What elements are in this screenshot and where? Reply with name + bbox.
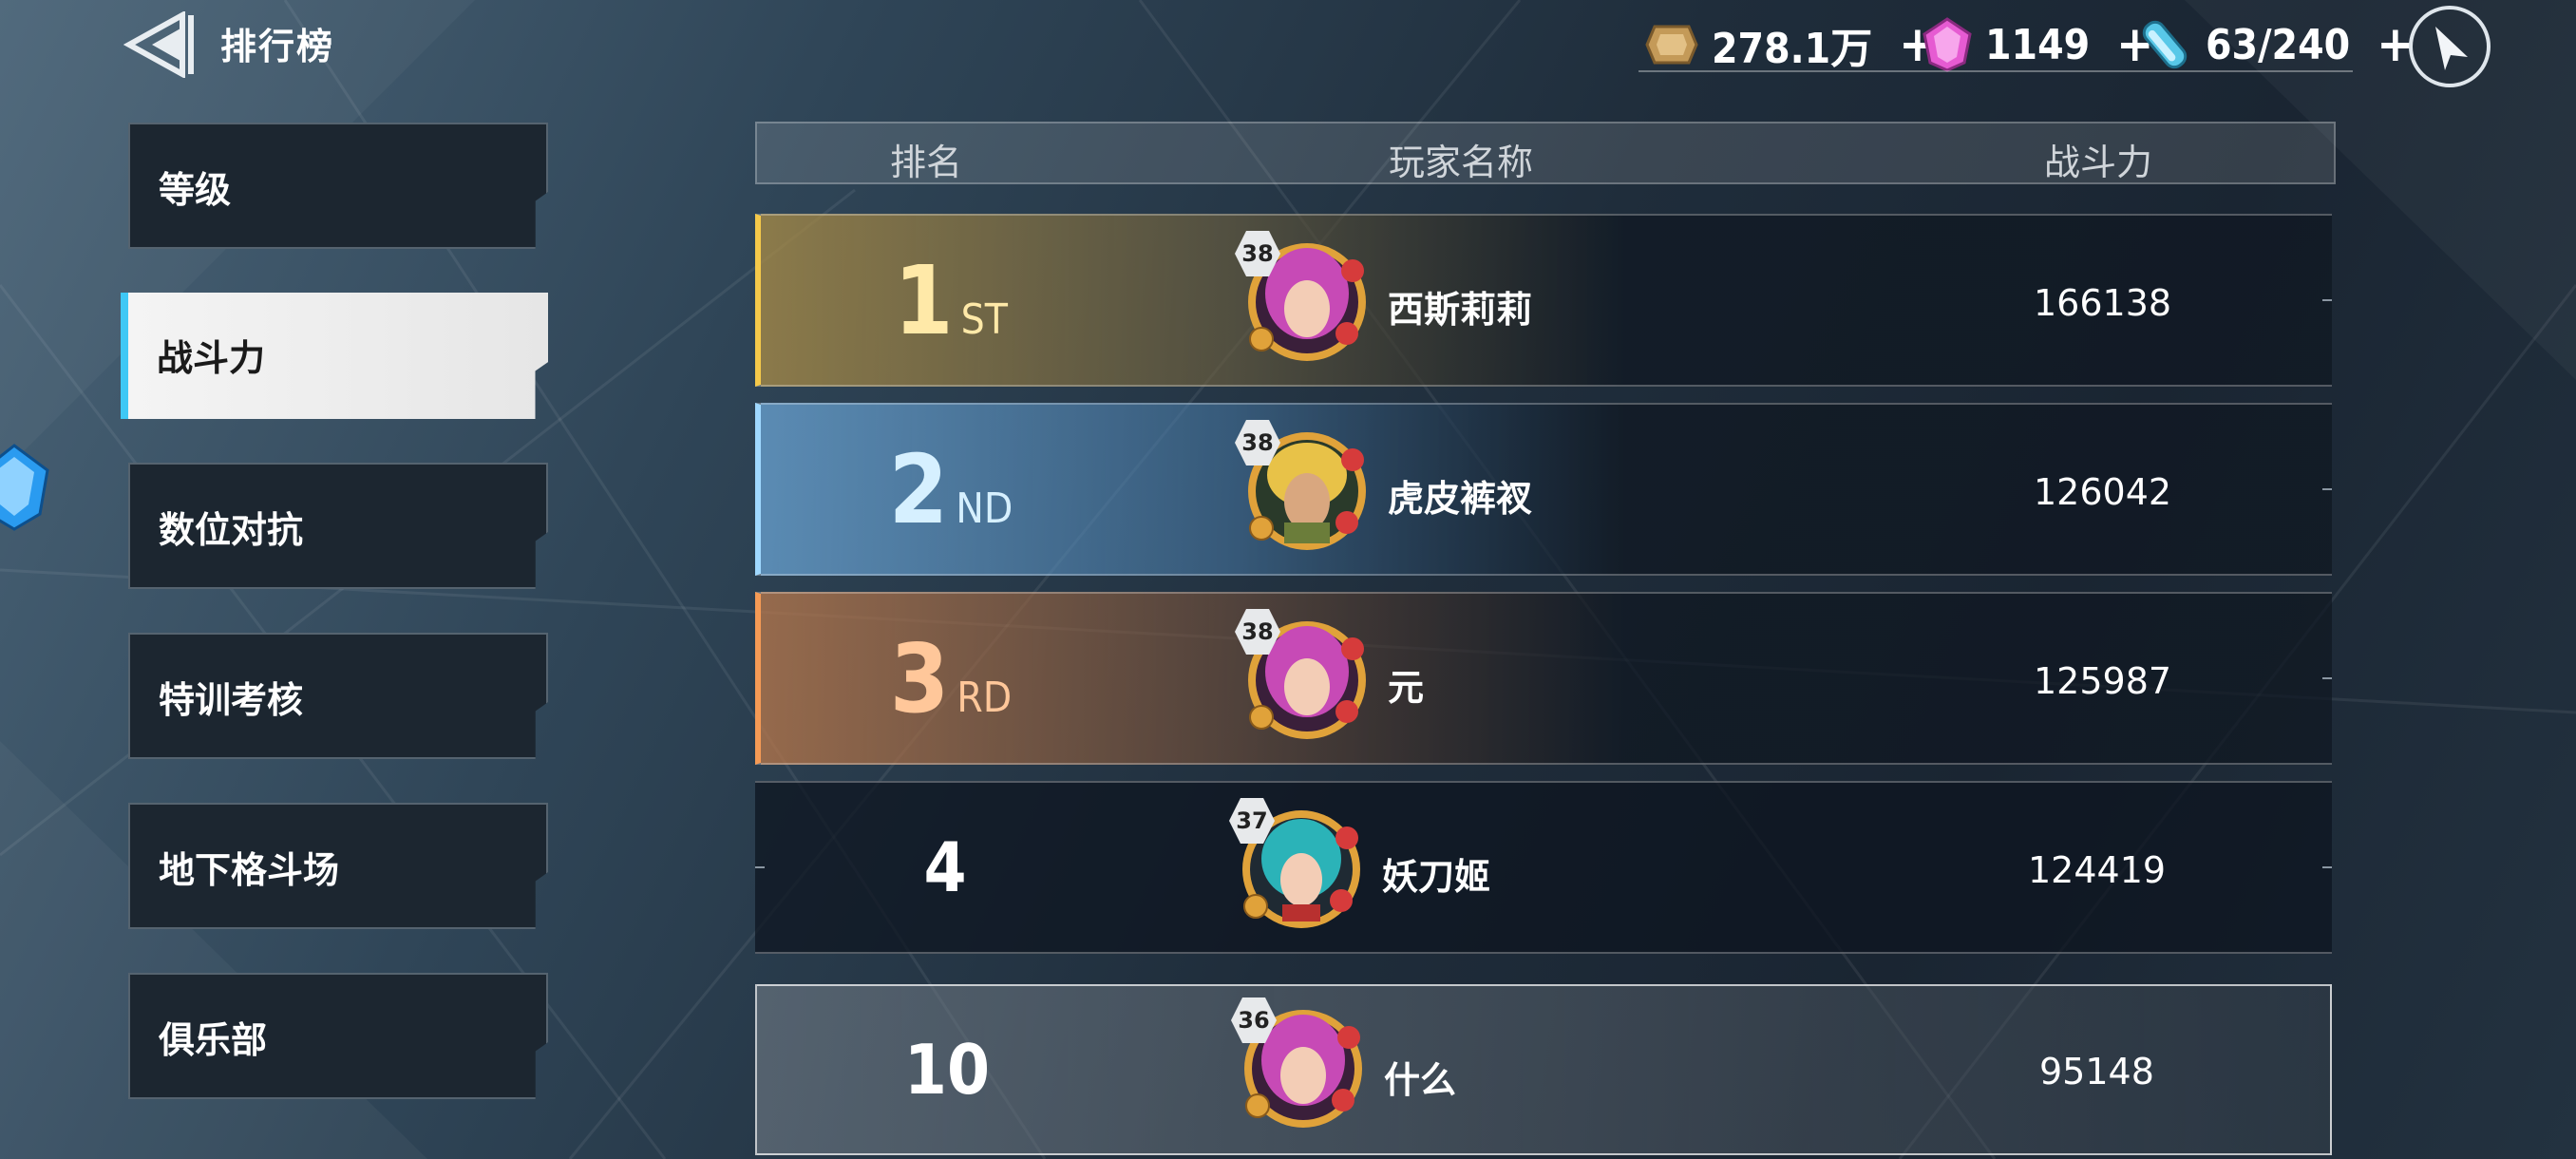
row-edge-tick [2322, 677, 2332, 679]
pink-gem-icon [1923, 17, 1972, 72]
row-edge-tick [2322, 299, 2332, 301]
ranking-row[interactable]: 2 ND 38 虎皮裤衩 126042 [755, 403, 2332, 576]
tab-special-training[interactable]: 特训考核 [128, 633, 548, 759]
rank-cell: 3 RD [761, 594, 1141, 763]
combat-power-value: 124419 [2028, 849, 2167, 891]
back-button[interactable] [123, 10, 199, 80]
tab-digital-battle-label: 数位对抗 [159, 509, 304, 551]
rank-number: 3 [889, 622, 950, 734]
energy-capsule-icon [2142, 20, 2188, 69]
tab-club-label: 俱乐部 [159, 1019, 268, 1061]
my-ranking-row[interactable]: 10 36 什么 95148 [755, 984, 2332, 1155]
row-edge-tick [755, 866, 765, 868]
ranking-row[interactable]: 3 RD 38 元 125987 [755, 592, 2332, 765]
my-avatar[interactable]: 36 [1231, 998, 1370, 1132]
gem-currency: 1149 + [1923, 11, 2153, 78]
rank-number: 1 [894, 244, 954, 356]
rank-cell: 4 [755, 783, 1135, 952]
my-player-name: 什么 [1384, 1059, 1457, 1101]
player-name: 妖刀姬 [1382, 856, 1491, 898]
ranking-table-header: 排名 玩家名称 战斗力 [755, 122, 2336, 184]
my-rank-number: 10 [903, 1030, 991, 1110]
row-edge-tick [2322, 866, 2332, 868]
tab-level-label: 等级 [159, 169, 232, 211]
rank-suffix: RD [957, 673, 1013, 722]
tab-underground-arena-label: 地下格斗场 [159, 849, 340, 891]
header-player-name: 玩家名称 [1389, 142, 1534, 183]
tab-level[interactable]: 等级 [128, 123, 548, 249]
player-avatar[interactable]: 37 [1229, 798, 1368, 933]
tab-underground-arena[interactable]: 地下格斗场 [128, 803, 548, 929]
gem-amount: 1149 [1985, 20, 2091, 69]
player-name: 元 [1388, 667, 1425, 709]
back-arrow-icon [123, 10, 194, 80]
page-title: 排行榜 [220, 26, 335, 67]
blue-gem-icon [0, 444, 49, 531]
tab-combat-power[interactable]: 战斗力 [121, 293, 548, 419]
rank-suffix: ST [960, 294, 1008, 344]
tab-special-training-label: 特训考核 [159, 679, 304, 721]
player-avatar[interactable]: 38 [1235, 609, 1373, 744]
combat-power-value: 166138 [2034, 282, 2172, 324]
compass-button[interactable] [2409, 6, 2491, 87]
cursor-icon [2435, 27, 2468, 70]
energy-currency: 63/240 + [2137, 11, 2414, 78]
my-combat-power-value: 95148 [2039, 1051, 2154, 1092]
row-edge-tick [2322, 488, 2332, 490]
gold-coin-currency: 278.1万 + [1645, 11, 1936, 78]
currency-underline [1638, 70, 2353, 72]
rank-cell: 2 ND [761, 405, 1141, 574]
gold-coin-amount: 278.1万 [1712, 25, 1873, 73]
rank-cell: 1 ST [761, 216, 1141, 385]
combat-power-value: 126042 [2034, 471, 2172, 513]
player-name: 虎皮裤衩 [1388, 478, 1533, 520]
combat-power-value: 125987 [2034, 660, 2172, 702]
tab-digital-battle[interactable]: 数位对抗 [128, 463, 548, 589]
rank-number: 2 [888, 433, 949, 545]
header-rank: 排名 [890, 142, 963, 183]
rank-number: 4 [923, 827, 967, 907]
gold-coin-icon [1645, 25, 1698, 65]
tab-club[interactable]: 俱乐部 [128, 973, 548, 1099]
player-avatar[interactable]: 38 [1235, 231, 1373, 366]
player-avatar[interactable]: 38 [1235, 420, 1373, 555]
tab-combat-power-label: 战斗力 [157, 337, 266, 379]
ranking-row[interactable]: 4 37 妖刀姬 124419 [755, 781, 2332, 954]
ranking-row[interactable]: 1 ST 38 西斯莉莉 166138 [755, 214, 2332, 387]
energy-amount: 63/240 [2206, 20, 2351, 69]
header-combat-power: 战斗力 [2044, 142, 2153, 183]
rank-cell: 10 [757, 986, 1137, 1153]
player-name: 西斯莉莉 [1388, 289, 1533, 331]
rank-suffix: ND [956, 484, 1013, 533]
